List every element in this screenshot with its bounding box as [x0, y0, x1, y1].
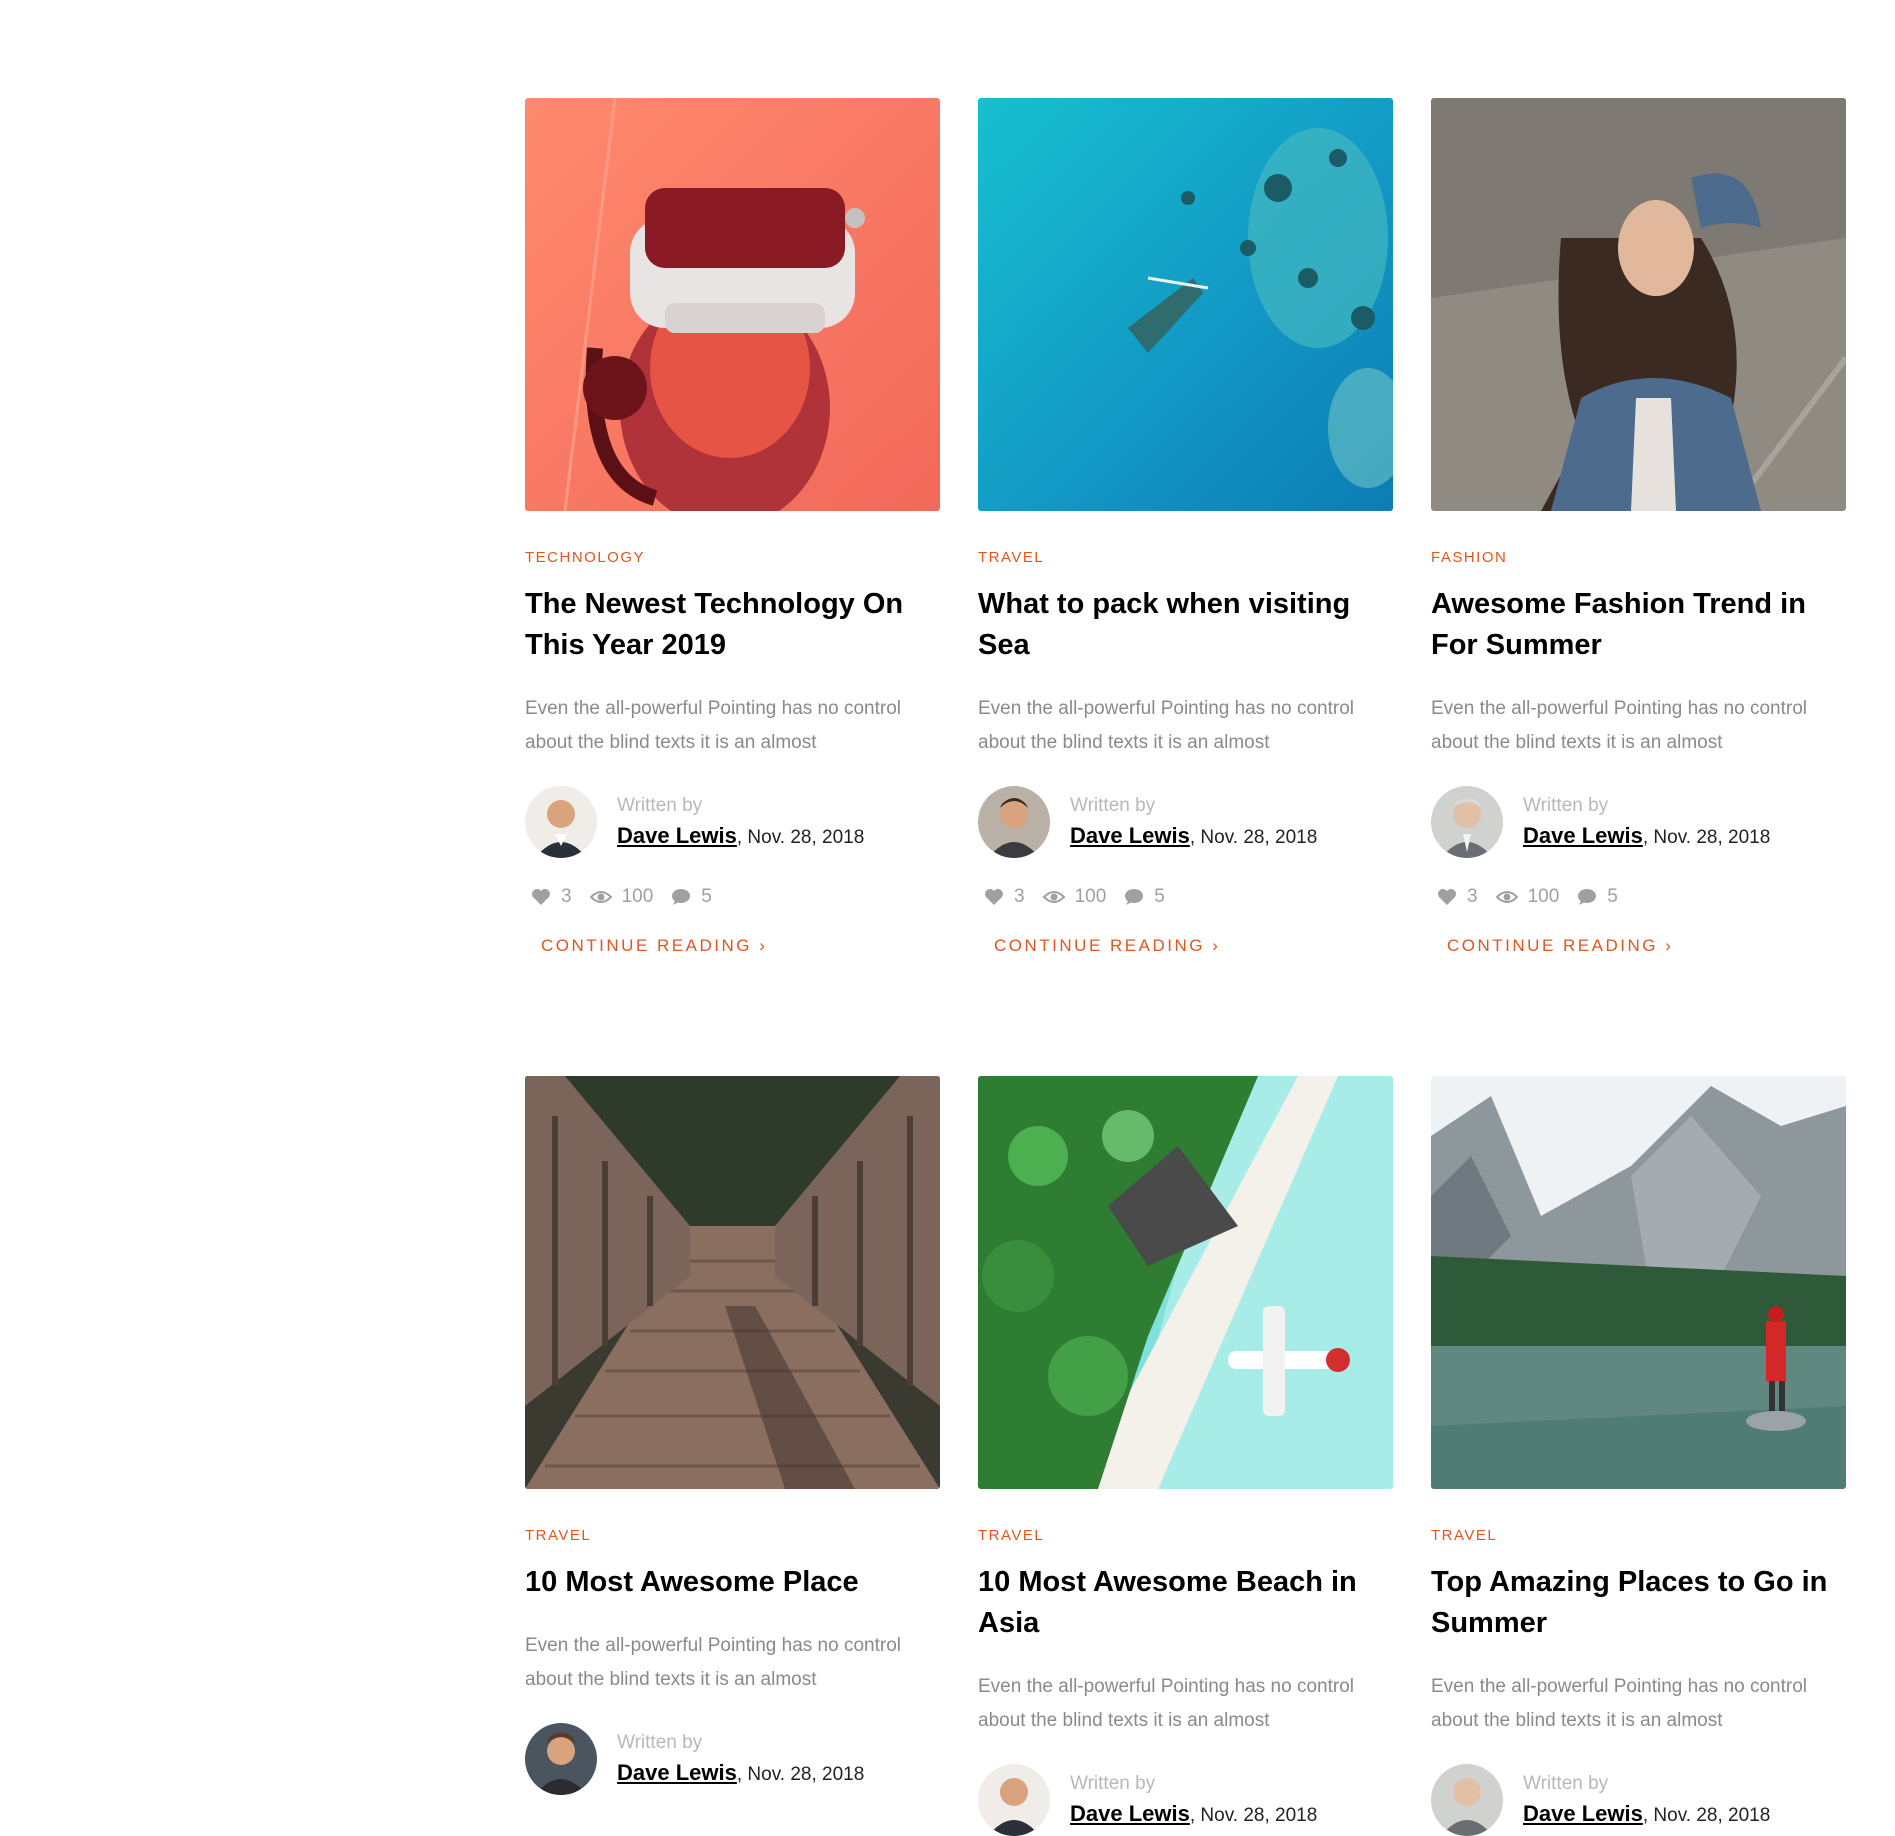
written-by-label: Written by [1070, 795, 1156, 816]
comment-icon [1578, 889, 1597, 905]
author-name-link[interactable]: Dave Lewis [1523, 1801, 1643, 1826]
post-category[interactable]: Technology [525, 549, 940, 566]
chevron-right-icon: › [1212, 936, 1221, 955]
written-by-label: Written by [1523, 795, 1609, 816]
continue-reading-link[interactable]: Continue Reading › [525, 936, 940, 956]
post-title[interactable]: What to pack when visiting Sea [978, 584, 1393, 666]
likes-stat[interactable]: 3 [531, 886, 572, 908]
chevron-right-icon: › [759, 936, 768, 955]
author-block: Written by Dave Lewis, Nov. 28, 2018 [1431, 786, 1846, 858]
continue-reading-link[interactable]: Continue Reading › [978, 936, 1393, 956]
author-block: Written by Dave Lewis, Nov. 28, 2018 [525, 786, 940, 858]
post-date: , Nov. 28, 2018 [736, 827, 865, 848]
post-category[interactable]: Fashion [1431, 549, 1846, 566]
author-name-link[interactable]: Dave Lewis [617, 823, 737, 848]
heart-icon [532, 889, 550, 905]
comment-icon [672, 889, 691, 905]
comments-stat[interactable]: 5 [1124, 886, 1165, 908]
post-stats: 3 100 5 [525, 886, 940, 908]
author-avatar[interactable] [525, 1723, 597, 1795]
post-date: , Nov. 28, 2018 [1189, 1805, 1318, 1826]
post-card: Travel 10 Most Awesome Beach in Asia Eve… [978, 1076, 1393, 1836]
author-name-link[interactable]: Dave Lewis [617, 1760, 737, 1785]
post-date: , Nov. 28, 2018 [1642, 827, 1771, 848]
eye-icon [1495, 891, 1518, 903]
views-stat: 100 [1495, 886, 1559, 908]
post-excerpt: Even the all-powerful Pointing has no co… [978, 1676, 1355, 1731]
author-block: Written by Dave Lewis, Nov. 28, 2018 [978, 786, 1393, 858]
post-card: Technology The Newest Technology On This… [525, 98, 940, 956]
author-block: Written by Dave Lewis, Nov. 28, 2018 [978, 1764, 1393, 1836]
post-card: Fashion Awesome Fashion Trend in For Sum… [1431, 98, 1846, 956]
post-card: Travel 10 Most Awesome Place Even the al… [525, 1076, 940, 1836]
post-date: , Nov. 28, 2018 [1642, 1805, 1771, 1826]
author-avatar[interactable] [525, 786, 597, 858]
comments-stat[interactable]: 5 [671, 886, 712, 908]
eye-icon [1042, 891, 1065, 903]
post-title[interactable]: Top Amazing Places to Go in Summer [1431, 1562, 1846, 1644]
written-by-label: Written by [617, 1732, 703, 1753]
likes-stat[interactable]: 3 [984, 886, 1025, 908]
author-block: Written by Dave Lewis, Nov. 28, 2018 [1431, 1764, 1846, 1836]
post-category[interactable]: Travel [978, 549, 1393, 566]
author-name-link[interactable]: Dave Lewis [1070, 1801, 1190, 1826]
post-excerpt: Even the all-powerful Pointing has no co… [525, 1635, 902, 1690]
author-avatar[interactable] [1431, 1764, 1503, 1836]
post-stats: 3 100 5 [1431, 886, 1846, 908]
post-grid: Technology The Newest Technology On This… [525, 98, 1846, 1836]
written-by-label: Written by [1523, 1773, 1609, 1794]
post-title[interactable]: 10 Most Awesome Beach in Asia [978, 1562, 1393, 1644]
post-stats: 3 100 5 [978, 886, 1393, 908]
post-card: Travel What to pack when visiting Sea Ev… [978, 98, 1393, 956]
post-excerpt: Even the all-powerful Pointing has no co… [978, 698, 1355, 753]
post-title[interactable]: Awesome Fashion Trend in For Summer [1431, 584, 1846, 666]
chevron-right-icon: › [1665, 936, 1674, 955]
post-date: , Nov. 28, 2018 [736, 1764, 865, 1785]
post-card: Travel Top Amazing Places to Go in Summe… [1431, 1076, 1846, 1836]
post-category[interactable]: Travel [525, 1527, 940, 1544]
post-category[interactable]: Travel [978, 1527, 1393, 1544]
likes-stat[interactable]: 3 [1437, 886, 1478, 908]
written-by-label: Written by [1070, 1773, 1156, 1794]
comment-icon [1125, 889, 1144, 905]
author-avatar[interactable] [1431, 786, 1503, 858]
post-category[interactable]: Travel [1431, 1527, 1846, 1544]
post-thumbnail-sea[interactable] [978, 98, 1393, 511]
post-thumbnail-fashion[interactable] [1431, 98, 1846, 511]
continue-reading-link[interactable]: Continue Reading › [1431, 936, 1846, 956]
views-stat: 100 [589, 886, 653, 908]
author-avatar[interactable] [978, 786, 1050, 858]
post-date: , Nov. 28, 2018 [1189, 827, 1318, 848]
post-excerpt: Even the all-powerful Pointing has no co… [1431, 698, 1808, 753]
comments-stat[interactable]: 5 [1577, 886, 1618, 908]
post-title[interactable]: The Newest Technology On This Year 2019 [525, 584, 940, 666]
author-avatar[interactable] [978, 1764, 1050, 1836]
written-by-label: Written by [617, 795, 703, 816]
post-thumbnail-vr-headset[interactable] [525, 98, 940, 511]
post-thumbnail-beach[interactable] [978, 1076, 1393, 1489]
views-stat: 100 [1042, 886, 1106, 908]
post-thumbnail-bridge[interactable] [525, 1076, 940, 1489]
eye-icon [589, 891, 612, 903]
author-block: Written by Dave Lewis, Nov. 28, 2018 [525, 1723, 940, 1795]
heart-icon [1438, 889, 1456, 905]
post-excerpt: Even the all-powerful Pointing has no co… [1431, 1676, 1808, 1731]
author-name-link[interactable]: Dave Lewis [1523, 823, 1643, 848]
heart-icon [985, 889, 1003, 905]
author-name-link[interactable]: Dave Lewis [1070, 823, 1190, 848]
post-thumbnail-mountains[interactable] [1431, 1076, 1846, 1489]
post-title[interactable]: 10 Most Awesome Place [525, 1562, 940, 1603]
post-excerpt: Even the all-powerful Pointing has no co… [525, 698, 902, 753]
